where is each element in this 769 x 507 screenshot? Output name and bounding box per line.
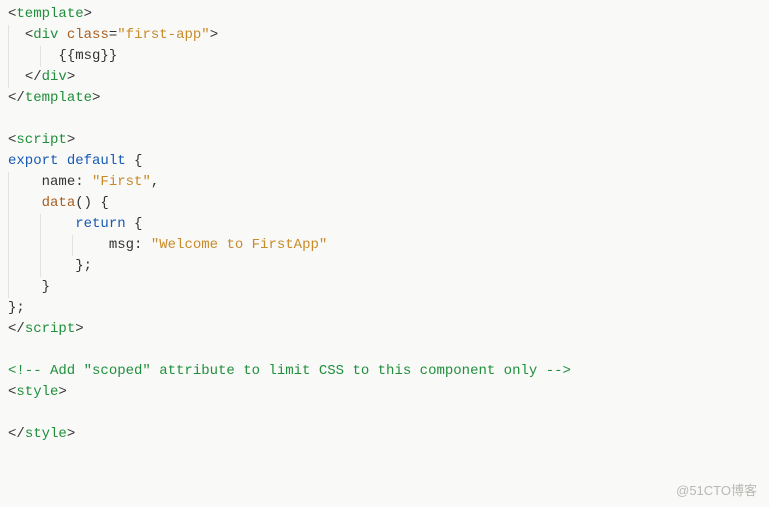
token-tag: script (16, 132, 66, 148)
code-text: <!-- Add "scoped" attribute to limit CSS… (8, 363, 571, 379)
token-plain: () { (75, 195, 109, 211)
token-punc: < (25, 27, 33, 43)
code-line: }; (8, 256, 761, 277)
token-tag: div (42, 69, 67, 85)
code-text: }; (8, 258, 92, 274)
code-text: name: "First", (8, 174, 159, 190)
code-text: </div> (8, 69, 75, 85)
code-text: }; (8, 300, 25, 316)
token-string: "First" (92, 174, 151, 190)
code-line: msg: "Welcome to FirstApp" (8, 235, 761, 256)
token-plain: { (126, 216, 143, 232)
code-line: } (8, 277, 761, 298)
token-plain: {{msg}} (58, 48, 117, 64)
token-punc: > (84, 6, 92, 22)
code-text: <script> (8, 132, 75, 148)
code-line: <div class="first-app"> (8, 25, 761, 46)
token-tag: template (16, 6, 83, 22)
code-line: }; (8, 298, 761, 319)
code-line: <script> (8, 130, 761, 151)
token-punc: </ (8, 426, 25, 442)
token-punc: > (67, 426, 75, 442)
token-punc: > (75, 321, 83, 337)
code-line: return { (8, 214, 761, 235)
token-punc: > (210, 27, 218, 43)
code-line: <template> (8, 4, 761, 25)
code-line: <!-- Add "scoped" attribute to limit CSS… (8, 361, 761, 382)
token-punc: > (58, 384, 66, 400)
token-tag: script (25, 321, 75, 337)
token-tag: div (33, 27, 58, 43)
token-plain: } (42, 279, 50, 295)
token-kw: return (75, 216, 125, 232)
code-line (8, 340, 761, 361)
code-text: data() { (8, 195, 109, 211)
code-text: </template> (8, 90, 100, 106)
token-plain: }; (8, 300, 25, 316)
token-plain: }; (75, 258, 92, 274)
code-text: <template> (8, 6, 92, 22)
code-line: <style> (8, 382, 761, 403)
token-punc: </ (8, 321, 25, 337)
token-tag: template (25, 90, 92, 106)
token-punc: > (92, 90, 100, 106)
code-viewer: <template> <div class="first-app"> {{msg… (0, 0, 769, 507)
token-plain: { (126, 153, 143, 169)
token-punc: </ (8, 90, 25, 106)
token-string: "Welcome to FirstApp" (151, 237, 327, 253)
token-plain (58, 27, 66, 43)
code-text: export default { (8, 153, 142, 169)
token-tag: style (16, 384, 58, 400)
code-text: </style> (8, 426, 75, 442)
token-tag: style (25, 426, 67, 442)
token-attr: class (67, 27, 109, 43)
token-string: "first-app" (117, 27, 209, 43)
token-kw: export (8, 153, 58, 169)
token-punc: </ (25, 69, 42, 85)
token-comment: <!-- Add "scoped" attribute to limit CSS… (8, 363, 571, 379)
token-punc: > (67, 69, 75, 85)
token-punc: > (67, 132, 75, 148)
token-kw: default (67, 153, 126, 169)
token-attr: data (42, 195, 76, 211)
token-plain: msg: (109, 237, 151, 253)
code-text: return { (8, 216, 142, 232)
code-text: msg: "Welcome to FirstApp" (8, 237, 327, 253)
code-text: {{msg}} (8, 48, 117, 64)
code-line: </script> (8, 319, 761, 340)
token-plain (58, 153, 66, 169)
code-line: name: "First", (8, 172, 761, 193)
code-line: </div> (8, 67, 761, 88)
code-line: </template> (8, 88, 761, 109)
code-text: </script> (8, 321, 84, 337)
code-line (8, 109, 761, 130)
token-plain: name: (42, 174, 92, 190)
token-plain: , (151, 174, 159, 190)
code-text: <style> (8, 384, 67, 400)
code-text: } (8, 279, 50, 295)
code-line: data() { (8, 193, 761, 214)
code-text: <div class="first-app"> (8, 27, 218, 43)
code-line: export default { (8, 151, 761, 172)
code-line: {{msg}} (8, 46, 761, 67)
code-line: </style> (8, 424, 761, 445)
token-punc: = (109, 27, 117, 43)
watermark-badge: @51CTO博客 (676, 480, 757, 501)
code-line (8, 403, 761, 424)
